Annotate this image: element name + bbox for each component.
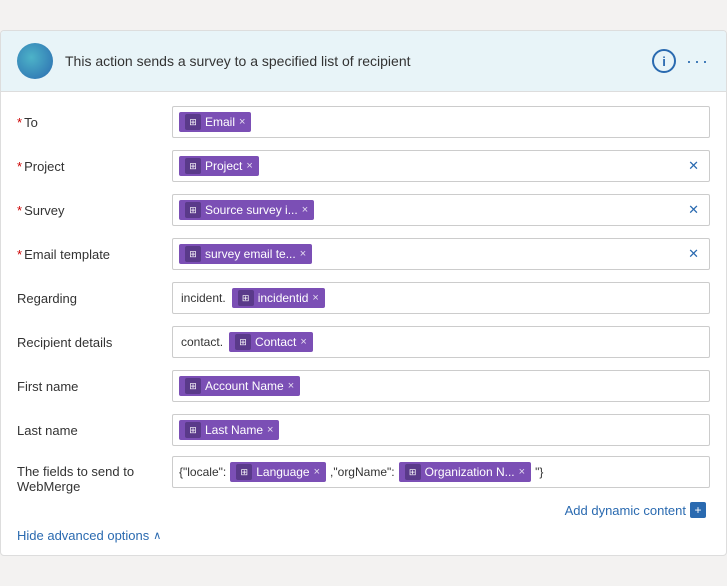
first-name-field[interactable]: ⊞ Account Name ×: [172, 370, 710, 402]
info-icon[interactable]: i: [652, 49, 676, 73]
hide-advanced-button[interactable]: Hide advanced options ∧: [17, 528, 710, 543]
email-template-required-marker: *: [17, 247, 22, 262]
webmerge-prefix2: ,"orgName":: [330, 465, 395, 479]
project-db-icon: ⊞: [185, 158, 201, 174]
recipient-details-tag[interactable]: ⊞ Contact ×: [229, 332, 313, 352]
to-email-tag-label: Email: [205, 115, 235, 129]
project-field-clear[interactable]: ✕: [684, 158, 703, 174]
header-icons: i ···: [652, 49, 710, 73]
survey-required-marker: *: [17, 203, 22, 218]
email-template-tag-remove[interactable]: ×: [300, 248, 306, 260]
header-description: This action sends a survey to a specifie…: [65, 53, 640, 69]
recipient-details-row: Recipient details contact. ⊞ Contact ×: [17, 324, 710, 360]
webmerge-suffix: "}: [535, 465, 543, 479]
first-name-db-icon: ⊞: [185, 378, 201, 394]
webmerge-tag1[interactable]: ⊞ Language ×: [230, 462, 326, 482]
project-required-marker: *: [17, 159, 22, 174]
survey-row: *Survey ⊞ Source survey i... × ✕: [17, 192, 710, 228]
to-email-tag[interactable]: ⊞ Email ×: [179, 112, 251, 132]
add-dynamic-label: Add dynamic content: [565, 503, 686, 518]
regarding-db-icon: ⊞: [238, 290, 254, 306]
footer-actions: Add dynamic content +: [17, 502, 710, 518]
regarding-prefix: incident.: [179, 289, 228, 307]
survey-label: *Survey: [17, 203, 172, 218]
recipient-prefix: contact.: [179, 333, 225, 351]
add-dynamic-content-button[interactable]: Add dynamic content +: [565, 502, 706, 518]
recipient-details-field[interactable]: contact. ⊞ Contact ×: [172, 326, 710, 358]
recipient-details-tag-remove[interactable]: ×: [300, 336, 306, 348]
email-template-field-clear[interactable]: ✕: [684, 246, 703, 262]
survey-db-icon: ⊞: [185, 202, 201, 218]
webmerge-tag1-label: Language: [256, 465, 309, 479]
survey-field-clear[interactable]: ✕: [684, 202, 703, 218]
last-name-db-icon: ⊞: [185, 422, 201, 438]
webmerge-tag2[interactable]: ⊞ Organization N... ×: [399, 462, 531, 482]
chevron-up-icon: ∧: [153, 529, 161, 542]
recipient-details-db-icon: ⊞: [235, 334, 251, 350]
recipient-details-label: Recipient details: [17, 335, 172, 350]
app-logo: [17, 43, 53, 79]
webmerge-field[interactable]: {"locale": ⊞ Language × ,"orgName": ⊞ Or…: [172, 456, 710, 488]
regarding-field[interactable]: incident. ⊞ incidentid ×: [172, 282, 710, 314]
card-header: This action sends a survey to a specifie…: [1, 31, 726, 92]
last-name-row: Last name ⊞ Last Name ×: [17, 412, 710, 448]
webmerge-label: The fields to send to WebMerge: [17, 456, 172, 494]
to-row: *To ⊞ Email ×: [17, 104, 710, 140]
webmerge-tag2-db-icon: ⊞: [405, 464, 421, 480]
to-field[interactable]: ⊞ Email ×: [172, 106, 710, 138]
regarding-tag-remove[interactable]: ×: [312, 292, 318, 304]
to-required-marker: *: [17, 115, 22, 130]
card-body: *To ⊞ Email × *Project ⊞ Project ×: [1, 92, 726, 555]
webmerge-tag2-label: Organization N...: [425, 465, 515, 479]
add-dynamic-plus-icon: +: [690, 502, 706, 518]
email-template-label: *Email template: [17, 247, 172, 262]
action-card: This action sends a survey to a specifie…: [0, 30, 727, 556]
hide-advanced-label: Hide advanced options: [17, 528, 149, 543]
last-name-tag[interactable]: ⊞ Last Name ×: [179, 420, 279, 440]
email-template-tag[interactable]: ⊞ survey email te... ×: [179, 244, 312, 264]
first-name-tag[interactable]: ⊞ Account Name ×: [179, 376, 300, 396]
regarding-tag[interactable]: ⊞ incidentid ×: [232, 288, 325, 308]
first-name-label: First name: [17, 379, 172, 394]
project-row: *Project ⊞ Project × ✕: [17, 148, 710, 184]
first-name-tag-remove[interactable]: ×: [288, 380, 294, 392]
last-name-field[interactable]: ⊞ Last Name ×: [172, 414, 710, 446]
project-tag-label: Project: [205, 159, 242, 173]
email-template-db-icon: ⊞: [185, 246, 201, 262]
email-template-tag-label: survey email te...: [205, 247, 296, 261]
survey-tag-label: Source survey i...: [205, 203, 298, 217]
webmerge-row: The fields to send to WebMerge {"locale"…: [17, 456, 710, 494]
regarding-tag-label: incidentid: [258, 291, 309, 305]
regarding-row: Regarding incident. ⊞ incidentid ×: [17, 280, 710, 316]
regarding-label: Regarding: [17, 291, 172, 306]
survey-tag[interactable]: ⊞ Source survey i... ×: [179, 200, 314, 220]
project-field[interactable]: ⊞ Project × ✕: [172, 150, 710, 182]
webmerge-prefix1: {"locale":: [179, 465, 226, 479]
webmerge-tag2-remove[interactable]: ×: [519, 466, 525, 478]
more-options-icon[interactable]: ···: [686, 51, 710, 72]
survey-field[interactable]: ⊞ Source survey i... × ✕: [172, 194, 710, 226]
project-tag[interactable]: ⊞ Project ×: [179, 156, 259, 176]
first-name-tag-label: Account Name: [205, 379, 284, 393]
recipient-details-tag-label: Contact: [255, 335, 296, 349]
email-template-field[interactable]: ⊞ survey email te... × ✕: [172, 238, 710, 270]
last-name-tag-remove[interactable]: ×: [267, 424, 273, 436]
survey-tag-remove[interactable]: ×: [302, 204, 308, 216]
project-tag-remove[interactable]: ×: [246, 160, 252, 172]
last-name-label: Last name: [17, 423, 172, 438]
first-name-row: First name ⊞ Account Name ×: [17, 368, 710, 404]
webmerge-tag1-db-icon: ⊞: [236, 464, 252, 480]
webmerge-tag1-remove[interactable]: ×: [314, 466, 320, 478]
to-label: *To: [17, 115, 172, 130]
email-template-row: *Email template ⊞ survey email te... × ✕: [17, 236, 710, 272]
to-email-db-icon: ⊞: [185, 114, 201, 130]
to-email-tag-remove[interactable]: ×: [239, 116, 245, 128]
last-name-tag-label: Last Name: [205, 423, 263, 437]
project-label: *Project: [17, 159, 172, 174]
